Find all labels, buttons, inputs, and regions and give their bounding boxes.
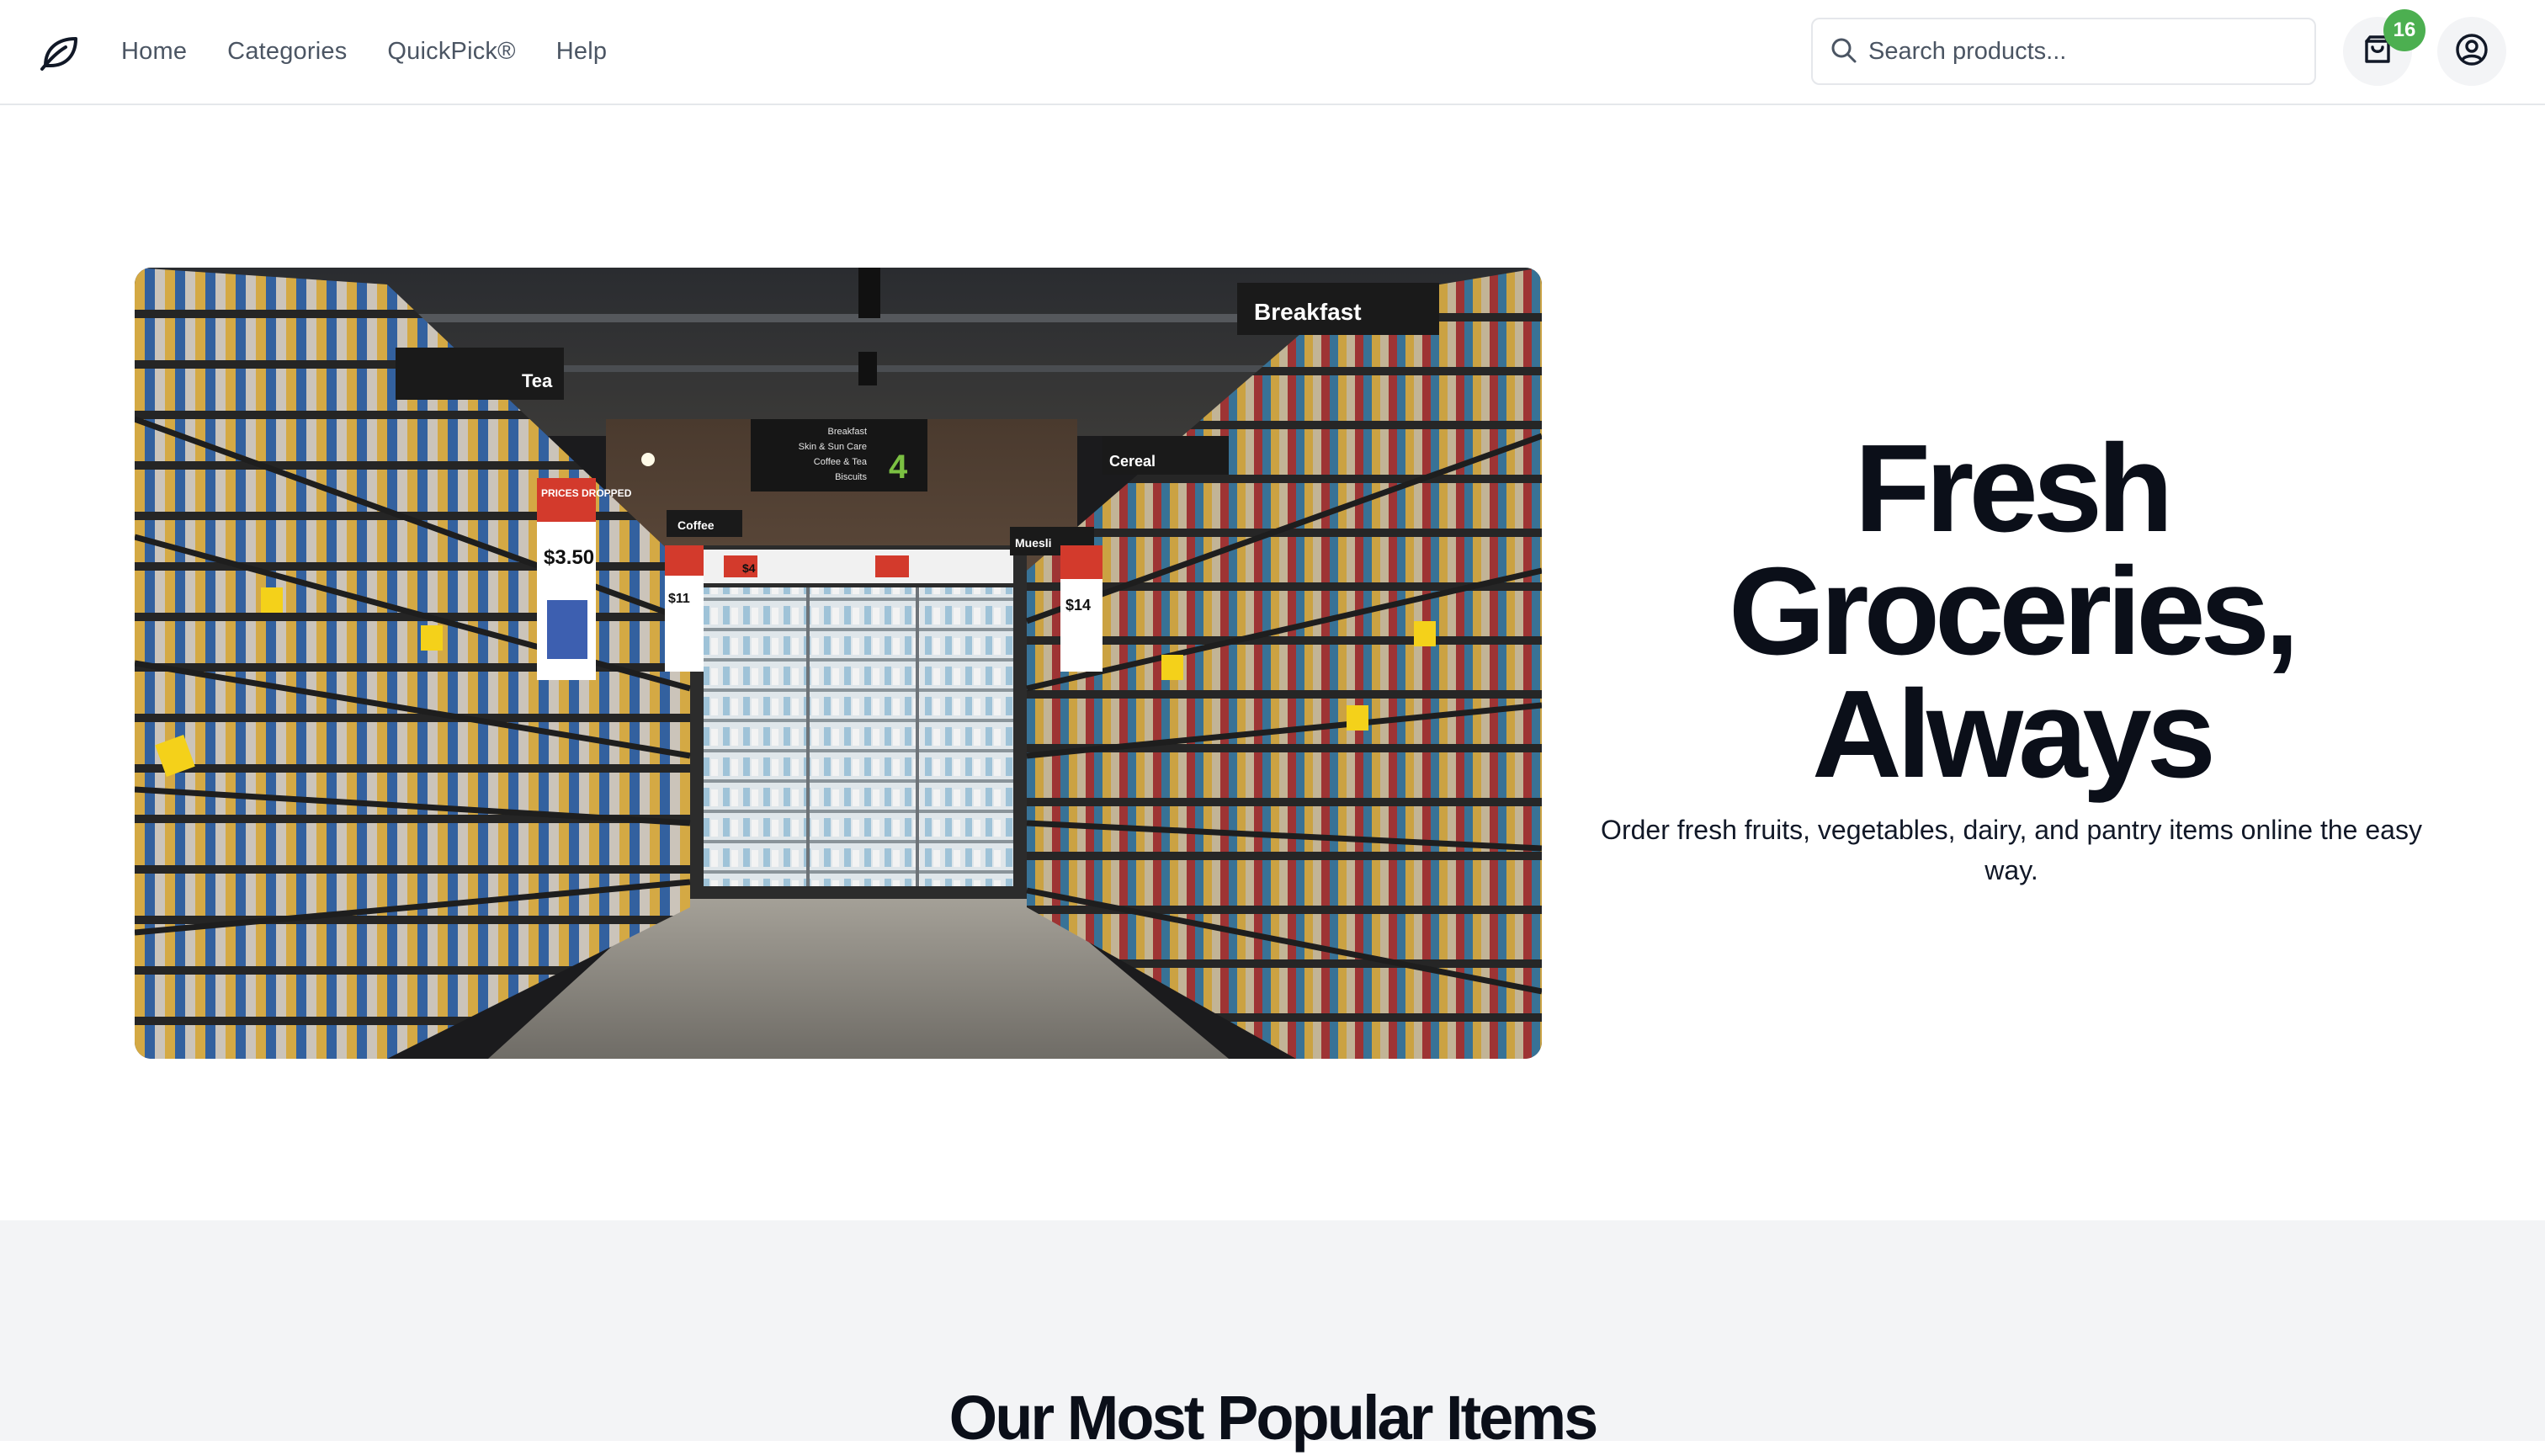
leaf-icon[interactable] — [39, 32, 81, 72]
sign-muesli: Muesli — [1015, 536, 1052, 550]
aisle-number: 4 — [889, 449, 908, 486]
main-nav: Home Categories QuickPick® Help — [121, 0, 607, 103]
user-circle-icon — [2454, 32, 2489, 72]
sign-coffee: Coffee — [677, 518, 715, 532]
aisle-list-item: Skin & Sun Care — [799, 442, 867, 452]
price-tag: $14 — [1065, 597, 1091, 614]
sign-tea: Tea — [522, 370, 553, 391]
popular-items-title: Our Most Popular Items — [948, 1383, 1599, 1453]
price-tag: $3.50 — [544, 546, 594, 569]
search-box[interactable] — [1811, 18, 2316, 85]
popular-items-section: Our Most Popular Items — [0, 1220, 2545, 1453]
sign-cereal: Cereal — [1109, 453, 1156, 470]
nav-link-quickpick[interactable]: QuickPick® — [387, 38, 515, 66]
price-tag: $4 — [742, 561, 756, 575]
nav-link-help[interactable]: Help — [556, 38, 607, 66]
sign-breakfast: Breakfast — [1254, 299, 1362, 325]
nav-link-home[interactable]: Home — [121, 38, 187, 66]
hero-subtitle: Order fresh fruits, vegetables, dairy, a… — [1601, 815, 2422, 885]
account-button[interactable] — [2437, 17, 2506, 86]
aisle-list-item: Biscuits — [835, 472, 867, 482]
search-input[interactable] — [1868, 19, 2306, 83]
aisle-list-item: Coffee & Tea — [814, 457, 868, 467]
cart-count-badge: 16 — [2383, 9, 2425, 51]
prices-dropped-label: PRICES DROPPED — [541, 487, 632, 499]
aisle-list-item: Breakfast — [828, 427, 867, 437]
nav-link-categories[interactable]: Categories — [227, 38, 347, 66]
hero-title: Fresh Groceries, Always — [1728, 419, 2299, 804]
price-tag: $11 — [668, 592, 690, 606]
top-navbar: Home Categories QuickPick® Help 16 — [0, 0, 2545, 105]
search-icon — [1830, 36, 1858, 65]
hero-image: Breakfast Tea Cereal Coffee Muesli Break… — [135, 268, 1542, 1059]
